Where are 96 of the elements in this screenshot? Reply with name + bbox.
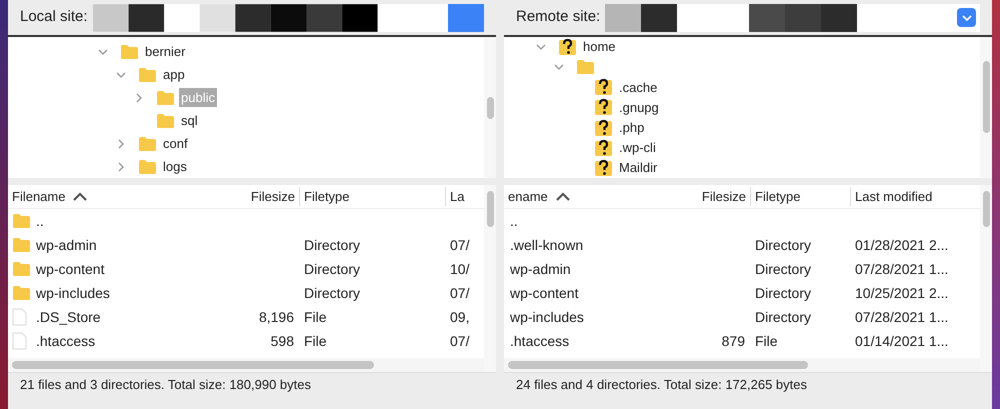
table-cell-text: Directory (304, 260, 360, 279)
chevron-down-icon[interactable] (116, 70, 126, 80)
table-cell-text: 09, (450, 308, 470, 326)
table-cell-text: 01/28/2021 2... (855, 236, 948, 254)
question-folder-icon (594, 118, 613, 137)
chevron-down-icon[interactable] (98, 46, 108, 56)
column-header[interactable]: Filetype (755, 186, 801, 206)
table-cell-text: 07/28/2021 1... (855, 308, 948, 326)
column-header[interactable]: Filesize (702, 186, 746, 206)
folder-icon (12, 261, 31, 277)
folder-icon (138, 66, 157, 82)
chevron-right-icon[interactable] (116, 162, 126, 172)
table-cell-text: Directory (755, 308, 812, 327)
table-cell-text: .DS_Store (36, 308, 101, 327)
chevron-down-icon[interactable] (554, 62, 564, 72)
question-folder-icon (558, 38, 577, 56)
scrollbar-thumb[interactable] (982, 61, 990, 133)
table-cell-text: .. (510, 212, 518, 230)
sort-up-icon[interactable] (556, 192, 570, 201)
table-cell-text: 10/ (450, 260, 470, 278)
chevron-right-icon[interactable] (116, 138, 126, 148)
table-cell-text: Directory (304, 236, 360, 255)
file-icon (12, 308, 27, 326)
scrollbar-thumb[interactable] (982, 191, 990, 227)
table-cell-text: Directory (755, 284, 812, 303)
table-cell-text: wp-content (510, 284, 578, 303)
folder-icon (12, 213, 31, 229)
tree-item[interactable]: .php (617, 118, 646, 138)
site-label: Local site: (20, 7, 88, 28)
redaction-block (448, 4, 484, 32)
table-cell-text: wp-admin (36, 236, 97, 255)
table-cell-text: .well-known (510, 236, 584, 254)
site-label: Remote site: (516, 7, 600, 28)
table-cell-text: File (304, 332, 327, 350)
table-cell-text: 07/ (450, 236, 470, 254)
dropdown-button[interactable] (957, 8, 976, 27)
table-cell-text: 07/ (450, 332, 470, 350)
folder-icon (156, 90, 175, 106)
table-cell-text: 8,196 (258, 308, 294, 326)
column-header[interactable]: ename (508, 186, 548, 206)
scrollbar-thumb[interactable] (508, 361, 808, 369)
column-header[interactable]: Filesize (250, 186, 295, 206)
table-cell-text: Directory (304, 284, 360, 303)
table-cell-text: .. (36, 212, 44, 230)
chevron-down-icon (962, 14, 972, 20)
table-cell-text: .htaccess (36, 332, 96, 350)
folder-icon (120, 44, 139, 60)
tree-item[interactable]: sql (179, 110, 200, 130)
tree-item[interactable]: logs (161, 156, 189, 176)
table-cell-text: wp-includes (36, 284, 110, 303)
scrollbar-thumb[interactable] (486, 97, 494, 119)
question-folder-icon (594, 98, 613, 116)
table-cell-text: wp-content (36, 260, 104, 279)
folder-icon (12, 285, 31, 301)
table-cell-text: wp-admin (510, 260, 571, 279)
column-header[interactable]: La (450, 186, 464, 206)
chevron-right-icon[interactable] (134, 92, 144, 102)
site-field[interactable] (605, 4, 980, 32)
status-text: 24 files and 4 directories. Total size: 172,265 bytes (516, 376, 807, 394)
table-cell-text: Directory (755, 236, 812, 255)
folder-icon (138, 136, 157, 152)
tree-item[interactable]: .gnupg (617, 98, 661, 118)
table-cell-text: 10/25/2021 2... (855, 284, 948, 302)
tree-item[interactable]: .wp-cli (617, 138, 658, 158)
table-cell-text: File (755, 332, 778, 350)
folder-icon (12, 237, 31, 253)
table-cell-text: 01/14/2021 1... (855, 332, 948, 350)
tree-item[interactable]: home (581, 37, 618, 57)
tree-item[interactable]: Maildir (617, 158, 660, 178)
folder-icon (156, 112, 175, 128)
table-cell-text: .htaccess (510, 332, 570, 350)
table-cell-text: 879 (722, 332, 745, 350)
question-folder-icon (594, 78, 613, 96)
status-text: 21 files and 3 directories. Total size: 180,990 bytes (20, 376, 311, 394)
column-header[interactable]: Filetype (304, 186, 350, 206)
scrollbar-thumb[interactable] (486, 191, 494, 227)
chevron-down-icon[interactable] (536, 42, 546, 52)
tree-item[interactable]: bernier (143, 42, 188, 62)
table-cell-text: Directory (755, 260, 812, 279)
column-header[interactable]: Last modified (855, 186, 932, 206)
question-folder-icon (594, 158, 613, 177)
table-cell-text: wp-includes (510, 308, 584, 327)
folder-icon (138, 158, 157, 174)
tree-item[interactable]: app (161, 64, 187, 84)
table-cell-text: 07/28/2021 1... (855, 260, 948, 278)
tree-item[interactable]: .cache (617, 78, 660, 98)
folder-icon (576, 59, 595, 76)
tree-item[interactable]: conf (161, 134, 190, 154)
table-cell-text: File (304, 308, 327, 326)
question-folder-icon (594, 138, 613, 157)
sort-up-icon[interactable] (73, 192, 88, 201)
scrollbar-thumb[interactable] (12, 361, 374, 369)
column-header[interactable]: Filename (12, 186, 66, 206)
file-icon (12, 332, 27, 350)
table-cell-text: 598 (270, 332, 294, 350)
table-cell-text: 07/ (450, 284, 470, 302)
